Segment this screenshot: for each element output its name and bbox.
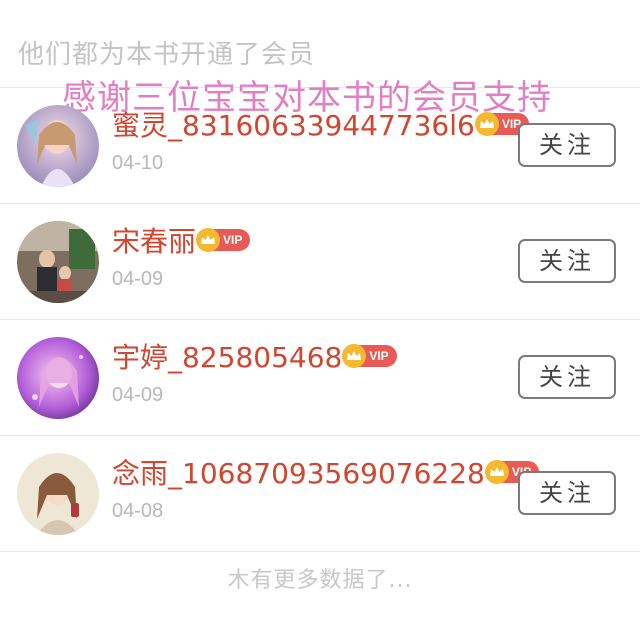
member-date: 04-09: [112, 384, 164, 406]
member-name[interactable]: 宇婷_825805468: [112, 336, 342, 376]
member-date: 04-08: [112, 500, 164, 522]
page-title: 他们都为本书开通了会员: [18, 40, 316, 70]
member-name[interactable]: 宋春丽: [112, 220, 196, 260]
avatar[interactable]: [17, 221, 99, 303]
crown-icon: [484, 460, 509, 484]
member-date: 04-09: [112, 268, 164, 290]
list-item[interactable]: 宇婷_825805468 VIP 04-09 关注: [0, 320, 640, 436]
follow-button[interactable]: 关注: [518, 355, 616, 399]
member-name[interactable]: 念雨_10687093569076228: [112, 452, 485, 492]
crown-icon: [474, 112, 499, 136]
avatar[interactable]: [17, 337, 99, 419]
no-more-data-text: 木有更多数据了...: [227, 568, 413, 593]
vip-badge: VIP: [196, 228, 251, 252]
list-item[interactable]: 宋春丽 VIP 04-09 关注: [0, 204, 640, 320]
list-item[interactable]: 蜜灵_831606339447736l6 VIP 04-10 关注: [0, 88, 640, 204]
avatar[interactable]: [17, 105, 99, 187]
crown-icon: [196, 228, 221, 252]
list-item[interactable]: 念雨_10687093569076228 VIP 04-08 关注: [0, 436, 640, 552]
follow-button[interactable]: 关注: [518, 239, 616, 283]
member-name[interactable]: 蜜灵_831606339447736l6: [112, 104, 475, 144]
member-list: 蜜灵_831606339447736l6 VIP 04-10 关注 宋春丽 VI…: [0, 88, 640, 552]
avatar[interactable]: [17, 453, 99, 535]
member-date: 04-10: [112, 152, 164, 174]
crown-icon: [342, 344, 367, 368]
follow-button[interactable]: 关注: [518, 123, 616, 167]
follow-button[interactable]: 关注: [518, 471, 616, 515]
vip-badge: VIP: [342, 344, 397, 368]
